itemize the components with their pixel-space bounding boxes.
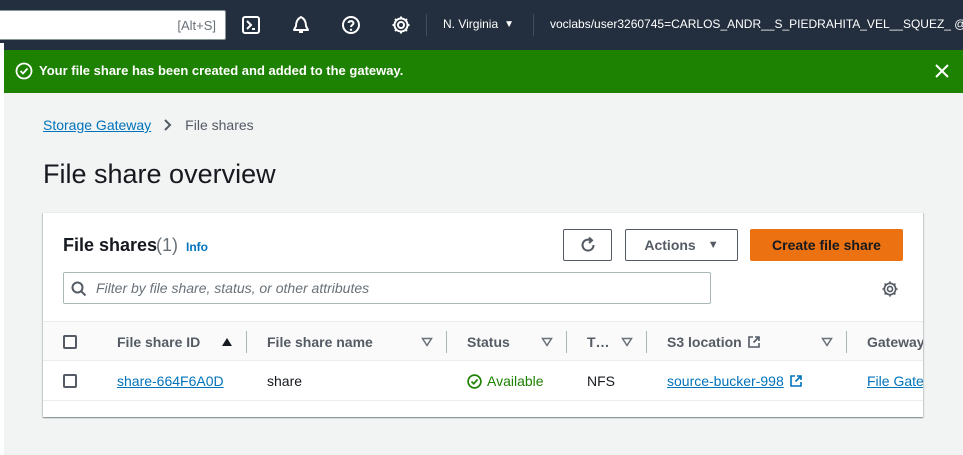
- gateway-cell: File Gate: [867, 361, 923, 401]
- column-divider[interactable]: [646, 331, 647, 353]
- select-all-checkbox[interactable]: [63, 335, 77, 349]
- file-shares-table-container: File shares (1) Info Actions ▼ Create fi…: [43, 212, 923, 417]
- column-header-file-share-id[interactable]: File share ID: [117, 322, 227, 362]
- services-search-input[interactable]: [Alt+S]: [0, 10, 226, 40]
- gateway-link[interactable]: File Gate: [867, 373, 923, 389]
- breadcrumb-storage-gateway[interactable]: Storage Gateway: [43, 117, 151, 133]
- column-divider[interactable]: [446, 331, 447, 353]
- column-header-gateway[interactable]: Gateway: [867, 322, 923, 362]
- s3-location-cell: source-bucker-998: [667, 361, 842, 401]
- actions-dropdown-button[interactable]: Actions ▼: [625, 229, 738, 261]
- status-success-icon: [467, 373, 482, 389]
- file-share-id-link[interactable]: share-664F6A0D: [117, 373, 224, 389]
- filter-field[interactable]: [63, 272, 711, 304]
- nav-divider: [426, 14, 427, 36]
- flash-message: Your file share has been created and add…: [39, 63, 404, 78]
- success-flash-banner: Your file share has been created and add…: [4, 50, 963, 93]
- sort-caret-down-icon[interactable]: [541, 336, 553, 348]
- file-share-name-cell: share: [267, 373, 303, 389]
- external-link-icon: [747, 336, 760, 348]
- file-share-id-cell: share-664F6A0D: [117, 361, 242, 401]
- region-selector[interactable]: N. Virginia ▼: [443, 17, 514, 31]
- status-text: Available: [487, 373, 544, 389]
- column-header-status[interactable]: Status: [467, 322, 537, 362]
- close-icon[interactable]: [933, 62, 951, 80]
- caret-down-icon: ▼: [504, 18, 515, 30]
- status-cell: Available: [467, 361, 562, 401]
- region-label: N. Virginia: [443, 17, 499, 31]
- filter-input[interactable]: [96, 273, 696, 303]
- breadcrumb: Storage Gateway File shares: [43, 117, 254, 133]
- type-cell: NFS: [587, 373, 615, 389]
- s3-location-link[interactable]: source-bucker-998: [667, 373, 784, 389]
- chevron-right-icon: [164, 119, 172, 131]
- select-all-cell: [63, 322, 83, 362]
- external-link-icon[interactable]: [789, 374, 803, 388]
- info-link[interactable]: Info: [186, 240, 208, 254]
- create-file-share-button[interactable]: Create file share: [750, 229, 903, 261]
- table-header-row: File share ID File share name Status T… …: [43, 321, 923, 361]
- column-header-s3-location[interactable]: S3 location: [667, 322, 787, 362]
- column-divider[interactable]: [566, 331, 567, 353]
- notifications-bell-icon[interactable]: [291, 15, 311, 35]
- search-shortcut-hint: [Alt+S]: [177, 18, 216, 33]
- settings-gear-icon[interactable]: [881, 280, 899, 298]
- cloudshell-icon[interactable]: [241, 15, 261, 35]
- sort-caret-down-icon[interactable]: [621, 336, 633, 348]
- sort-caret-down-icon[interactable]: [821, 336, 833, 348]
- table-row: share-664F6A0D share Available NFS sourc…: [43, 361, 923, 401]
- table-header-title: File shares: [63, 235, 158, 255]
- column-header-file-share-name[interactable]: File share name: [267, 322, 407, 362]
- nav-divider: [533, 14, 534, 36]
- breadcrumb-current: File shares: [185, 117, 254, 133]
- help-icon[interactable]: [341, 15, 361, 35]
- account-menu[interactable]: voclabs/user3260745=CARLOS_ANDR__S_PIEDR…: [550, 17, 963, 31]
- refresh-button[interactable]: [563, 229, 612, 261]
- row-select-checkbox[interactable]: [63, 374, 77, 388]
- column-divider[interactable]: [846, 331, 847, 353]
- actions-label: Actions: [644, 237, 696, 253]
- column-header-type[interactable]: T…: [587, 322, 617, 362]
- s3-location-label: S3 location: [667, 334, 742, 350]
- page-title: File share overview: [43, 159, 276, 189]
- caret-down-icon: ▼: [707, 239, 719, 251]
- status-badge: Available: [467, 373, 544, 389]
- top-navigation: [Alt+S] N. Virginia ▼ voclabs/user326074…: [0, 0, 963, 50]
- success-check-icon: [15, 62, 33, 80]
- sort-ascending-icon[interactable]: [221, 336, 233, 348]
- row-select-cell: [63, 361, 83, 401]
- settings-gear-icon[interactable]: [391, 15, 411, 35]
- refresh-icon: [581, 236, 595, 252]
- table-header-count: (1): [156, 235, 178, 255]
- sort-caret-down-icon[interactable]: [421, 336, 433, 348]
- search-icon: [71, 281, 87, 297]
- column-divider[interactable]: [246, 331, 247, 353]
